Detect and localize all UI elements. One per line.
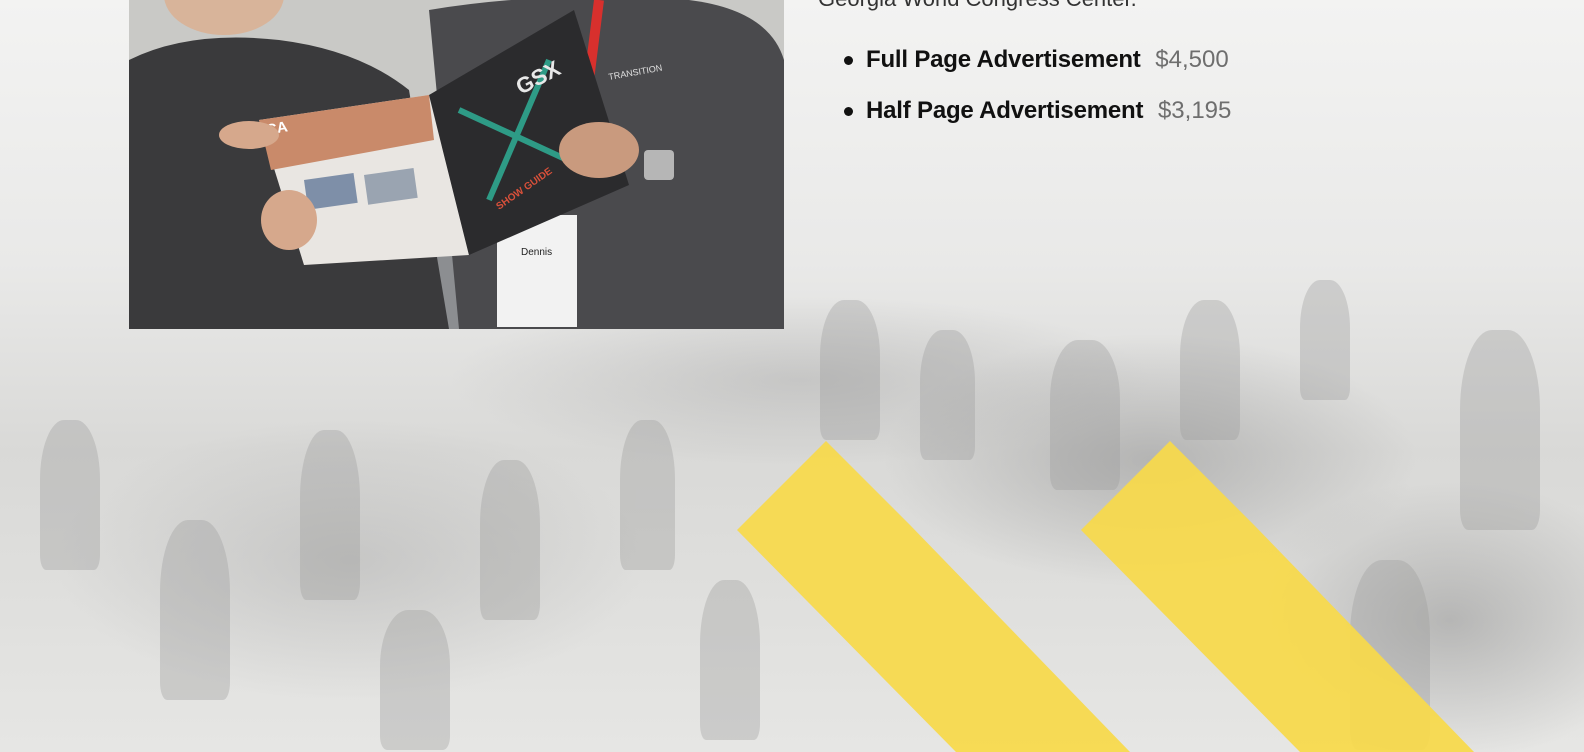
badge-name: Dennis — [521, 247, 552, 258]
ad-name: Half Page Advertisement — [866, 97, 1144, 124]
advertisement-price-list: Full Page Advertisement $4,500 Half Page… — [842, 44, 1231, 146]
ad-price: $3,195 — [1157, 97, 1232, 124]
chevron-right — [1081, 441, 1474, 752]
list-item-full-page-ad: Full Page Advertisement $4,500 — [842, 44, 1231, 95]
ad-price: $4,500 — [1155, 46, 1229, 73]
intro-text: Georgia World Congress Center. — [818, 0, 1137, 12]
chevron-left — [737, 441, 1130, 752]
ad-name: Full Page Advertisement — [866, 46, 1141, 73]
bullet-icon — [844, 56, 853, 65]
list-item-half-page-ad: Half Page Advertisement $3,195 — [842, 95, 1231, 146]
show-guide-photo: Dennis CA GSX SHOW GUIDE TRANSITION — [129, 0, 784, 329]
bullet-icon — [844, 107, 853, 116]
